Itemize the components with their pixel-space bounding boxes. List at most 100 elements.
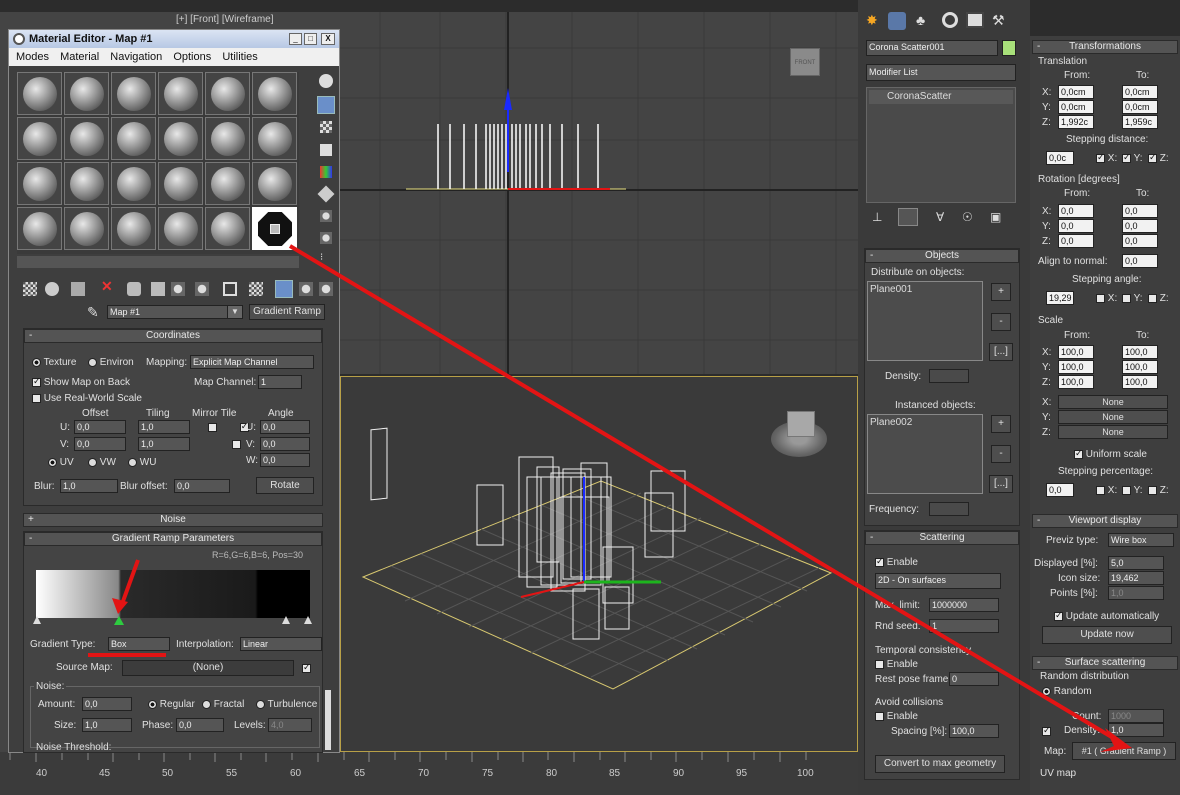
s-y-from-field[interactable]: 100,0 (1058, 360, 1094, 374)
angle-y-checkbox[interactable] (1122, 293, 1131, 303)
temporal-enable-checkbox[interactable] (875, 659, 884, 669)
v-mirror-checkbox[interactable] (231, 439, 241, 449)
gradient-type-dropdown[interactable]: Box (108, 637, 170, 651)
density-field[interactable] (929, 369, 969, 383)
sample-slot[interactable] (64, 207, 109, 250)
hierarchy-tab-icon[interactable]: ♣ (916, 12, 925, 28)
turbulence-radio[interactable] (256, 699, 265, 709)
instanced-more-button[interactable]: [...] (989, 475, 1013, 493)
menu-utilities[interactable]: Utilities (222, 51, 257, 63)
remove-modifier-icon[interactable]: ☉ (962, 210, 973, 224)
menu-material[interactable]: Material (60, 51, 99, 63)
v-offset-field[interactable]: 0,0 (74, 437, 126, 451)
angle-x-checkbox[interactable] (1096, 293, 1105, 303)
distribute-list[interactable]: Plane001 (867, 281, 983, 361)
u-angle-field[interactable]: 0,0 (260, 420, 310, 434)
sample-slot[interactable] (205, 117, 250, 160)
density-checkbox[interactable] (1042, 725, 1051, 736)
object-name-field[interactable]: Corona Scatter001 (866, 40, 998, 56)
map-type-button[interactable]: Gradient Ramp (249, 304, 325, 320)
uniform-scale-checkbox[interactable] (1074, 448, 1083, 459)
sample-slot[interactable] (205, 162, 250, 205)
s-z-to-field[interactable]: 100,0 (1122, 375, 1158, 389)
map-channel-field[interactable]: 1 (258, 375, 302, 389)
material-map-navigator-icon[interactable]: ⁝ (320, 252, 332, 264)
viewcube[interactable]: FRONT (790, 48, 820, 76)
vw-radio[interactable] (88, 457, 97, 467)
map-name-dropdown[interactable]: ▼ (227, 305, 243, 319)
map-z-button[interactable]: None (1058, 425, 1168, 439)
levels-field[interactable]: 4,0 (268, 718, 312, 732)
sample-slot[interactable] (205, 207, 250, 250)
perspective-viewport[interactable] (340, 376, 858, 752)
sample-slot-active[interactable] (252, 207, 297, 250)
utilities-tab-icon[interactable]: ⚒ (992, 12, 1005, 29)
sample-slot[interactable] (158, 117, 203, 160)
u-tiling-field[interactable]: 1,0 (138, 420, 190, 434)
map-y-button[interactable]: None (1058, 410, 1168, 424)
environ-radio[interactable] (88, 357, 97, 367)
sample-slot[interactable] (111, 207, 156, 250)
distribute-list-item[interactable]: Plane001 (870, 284, 912, 295)
u-offset-field[interactable]: 0,0 (74, 420, 126, 434)
sample-slot[interactable] (111, 117, 156, 160)
align-normal-field[interactable]: 0,0 (1122, 254, 1158, 268)
convert-geometry-button[interactable]: Convert to max geometry (875, 755, 1005, 773)
flag-active-marker[interactable] (114, 616, 124, 625)
menu-options[interactable]: Options (173, 51, 211, 63)
avoid-enable-checkbox[interactable] (875, 711, 884, 721)
modifier-stack[interactable]: CoronaScatter (866, 87, 1016, 203)
s-z-from-field[interactable]: 100,0 (1058, 375, 1094, 389)
sample-slot[interactable] (64, 162, 109, 205)
reset-map-icon[interactable]: ✕ (101, 278, 113, 295)
sample-slot[interactable] (158, 72, 203, 115)
rotate-button[interactable]: Rotate (256, 477, 314, 494)
copy-material-icon[interactable] (127, 282, 141, 296)
material-editor-window[interactable]: Material Editor - Map #1 _ □ X Modes Mat… (8, 29, 340, 753)
update-now-button[interactable]: Update now (1042, 626, 1172, 644)
pin-stack-icon[interactable]: ⊥ (872, 210, 882, 224)
rest-pose-field[interactable]: 0 (949, 672, 999, 686)
displayed-field[interactable]: 5,0 (1108, 556, 1164, 570)
options-icon[interactable] (320, 210, 332, 222)
coordinates-header[interactable]: - Coordinates (24, 329, 322, 343)
sample-slot[interactable] (17, 162, 62, 205)
assign-material-icon[interactable] (71, 282, 85, 296)
sample-slot[interactable] (252, 117, 297, 160)
background-icon[interactable] (320, 121, 332, 133)
pick-material-icon[interactable] (319, 282, 333, 296)
rollout-scrollbar[interactable] (325, 690, 331, 750)
go-forward-sibling-icon[interactable] (299, 282, 313, 296)
s-x-to-field[interactable]: 100,0 (1122, 345, 1158, 359)
count-field[interactable]: 1000 (1108, 709, 1164, 723)
modify-tab-icon[interactable] (888, 12, 906, 30)
wu-radio[interactable] (128, 457, 137, 467)
frequency-field[interactable] (929, 502, 969, 516)
make-unique-stack-icon[interactable]: ∀ (936, 210, 944, 224)
object-color-swatch[interactable] (1002, 40, 1016, 56)
make-preview-icon[interactable] (317, 185, 335, 203)
s-y-to-field[interactable]: 100,0 (1122, 360, 1158, 374)
max-limit-field[interactable]: 1000000 (929, 598, 999, 612)
r-x-to-field[interactable]: 0,0 (1122, 204, 1158, 218)
scattering-header[interactable]: - Scattering (865, 531, 1019, 545)
show-end-result-button[interactable] (898, 208, 918, 226)
mapping-dropdown[interactable]: Explicit Map Channel (190, 355, 314, 369)
show-map-on-back-checkbox[interactable] (32, 376, 41, 387)
r-y-from-field[interactable]: 0,0 (1058, 219, 1094, 233)
configure-sets-icon[interactable]: ▣ (990, 210, 1001, 224)
objects-header[interactable]: - Objects (865, 249, 1019, 263)
phase-field[interactable]: 0,0 (176, 718, 224, 732)
sample-slot[interactable] (17, 207, 62, 250)
put-material-icon[interactable] (45, 282, 59, 296)
s-x-from-field[interactable]: 100,0 (1058, 345, 1094, 359)
distribute-remove-button[interactable]: - (991, 313, 1011, 331)
sample-slot[interactable] (111, 72, 156, 115)
backlight-icon[interactable] (317, 96, 335, 114)
noise-rollout-header[interactable]: + Noise (23, 513, 323, 527)
pct-x-checkbox[interactable] (1096, 485, 1105, 495)
t-z-from-field[interactable]: 1,992c (1058, 115, 1094, 129)
stepping-distance-field[interactable]: 0,0c (1046, 151, 1074, 165)
front-viewport[interactable]: FRONT (340, 12, 858, 374)
sample-slot[interactable] (158, 162, 203, 205)
